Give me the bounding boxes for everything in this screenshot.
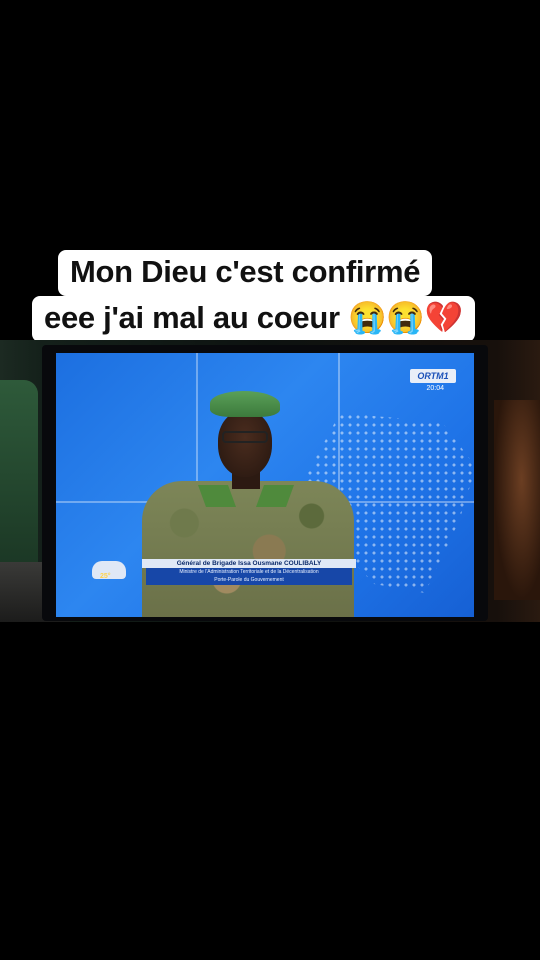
speaker-title-line-1: Ministre de l'Administration Territorial… <box>179 569 319 575</box>
background-person <box>494 400 540 600</box>
speaker-name: Général de Brigade Issa Ousmane COULIBAL… <box>142 559 356 568</box>
caption-line-2: eee j'ai mal au coeur 😭😭💔 <box>32 296 475 342</box>
weather-temperature: 25° <box>100 573 111 580</box>
beret <box>210 391 280 417</box>
head <box>218 411 272 477</box>
channel-logo: ORTM1 <box>410 369 456 383</box>
uniform <box>142 481 354 617</box>
caption-line-1: Mon Dieu c'est confirmé <box>58 250 433 296</box>
broadcast-clock: 20:04 <box>426 385 444 392</box>
speaker-title: Ministre de l'Administration Territorial… <box>146 568 352 585</box>
glasses <box>222 431 268 443</box>
background-chair <box>0 380 38 590</box>
video-frame[interactable]: ORTM1 20:04 25° Général de Brigade Issa … <box>0 340 540 622</box>
tv-screen: ORTM1 20:04 25° Général de Brigade Issa … <box>56 353 474 617</box>
lower-third: Général de Brigade Issa Ousmane COULIBAL… <box>142 559 356 587</box>
speaker-title-line-2: Porte-Parole du Gouvernement <box>214 577 284 583</box>
